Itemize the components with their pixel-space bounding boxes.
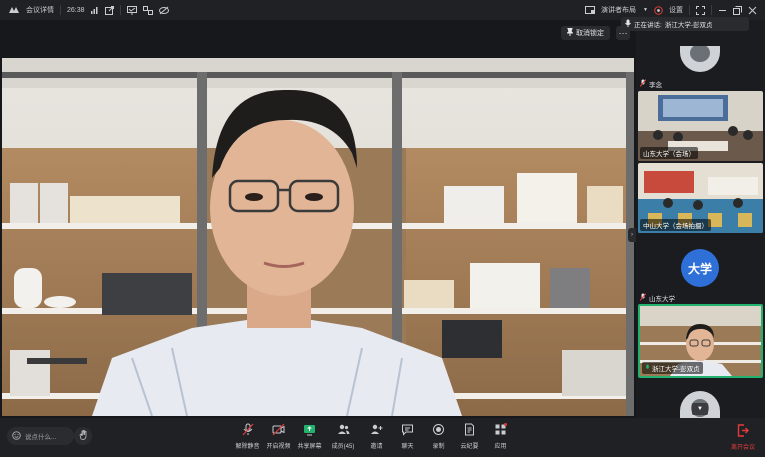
tile-label: 中山大学（会场拍摄） xyxy=(640,219,711,231)
invite-button[interactable]: 邀请 xyxy=(361,423,392,450)
settings-icon[interactable] xyxy=(654,5,663,15)
emoji-icon xyxy=(12,430,21,442)
minimize-icon[interactable] xyxy=(718,6,727,15)
unmute-button[interactable]: 解除静音 xyxy=(232,423,263,450)
say-something-input[interactable]: 说点什么... xyxy=(7,427,74,445)
microphone-icon xyxy=(645,364,650,373)
tile-label: 浙江大学-彭双贞 xyxy=(642,362,703,374)
camera-off-icon xyxy=(272,423,285,438)
share-link-icon[interactable] xyxy=(104,5,114,15)
layout-grid-icon[interactable] xyxy=(142,5,153,15)
cancel-lock-label: 取消锁定 xyxy=(576,30,604,37)
participant-tile-shandong-venue[interactable]: 山东大学（会场） xyxy=(638,91,763,161)
apps-button[interactable]: 应用 xyxy=(485,423,516,450)
signal-icon[interactable] xyxy=(90,6,99,14)
restore-icon[interactable] xyxy=(733,5,742,15)
mic-muted-icon xyxy=(639,293,647,303)
whiteboard-icon[interactable] xyxy=(126,5,137,15)
main-video-area: 取消锁定 ··· xyxy=(0,20,636,418)
layout-icon[interactable] xyxy=(585,6,596,14)
share-screen-button[interactable]: 共享屏幕 xyxy=(294,423,325,450)
close-icon[interactable] xyxy=(748,6,757,15)
mic-muted-icon xyxy=(639,79,647,89)
people-icon xyxy=(337,423,350,438)
share-screen-icon xyxy=(303,423,316,438)
participants-button[interactable]: 成员(45) xyxy=(325,423,361,450)
avatar xyxy=(680,46,720,72)
document-icon xyxy=(463,423,476,438)
speaking-name: 浙江大学-彭双贞 xyxy=(664,22,713,29)
apps-grid-icon xyxy=(494,423,507,438)
participant-name-shandong: 山东大学 xyxy=(639,293,675,303)
chevron-down-icon[interactable]: ▼ xyxy=(643,7,648,13)
toolbar-tools: 解除静音 开启视频 共享屏幕 成员(45) 邀请 聊天 录制 云纪要 应用 xyxy=(232,423,516,450)
tile-label: 山东大学（会场） xyxy=(640,147,698,159)
participant-sidebar: 李念 山东大学（会场） 中山大学（会场拍摄） › 山东大学 浙江大学-彭双贞 ▼ xyxy=(628,20,765,418)
say-something-placeholder: 说点什么... xyxy=(25,434,57,441)
tencent-meeting-logo-icon xyxy=(8,6,20,14)
microphone-icon xyxy=(625,19,631,29)
avatar: 大学 xyxy=(681,249,719,287)
bottom-toolbar: 说点什么... 解除静音 开启视频 共享屏幕 成员(45) 邀请 聊天 录制 云… xyxy=(0,418,765,457)
chat-icon xyxy=(401,423,414,438)
start-video-button[interactable]: 开启视频 xyxy=(263,423,294,450)
layout-selector[interactable]: 演讲者布局 xyxy=(601,5,636,15)
record-icon xyxy=(432,423,445,438)
cancel-lock-button[interactable]: 取消锁定 xyxy=(561,26,610,40)
chevron-down-icon: ▼ xyxy=(697,406,703,412)
raise-hand-button[interactable] xyxy=(74,427,92,445)
hide-video-icon[interactable] xyxy=(158,6,169,15)
main-speaker-video xyxy=(2,58,634,416)
speaking-prefix: 正在讲话: xyxy=(634,22,662,29)
settings-label[interactable]: 设置 xyxy=(669,5,683,15)
leave-meeting-button[interactable]: 离开会议 xyxy=(731,424,755,451)
add-user-icon xyxy=(370,423,383,438)
scroll-down-button[interactable]: ▼ xyxy=(692,403,708,415)
fullscreen-icon[interactable] xyxy=(696,5,705,15)
participant-name-li-nian: 李念 xyxy=(639,79,662,89)
participant-tile-zhongshan-venue[interactable]: 中山大学（会场拍摄） xyxy=(638,163,763,233)
pin-icon xyxy=(566,28,574,38)
cloud-minutes-button[interactable]: 云纪要 xyxy=(454,423,485,450)
meeting-details-link[interactable]: 会议详情 xyxy=(26,5,54,15)
speaking-indicator: 正在讲话: 浙江大学-彭双贞 xyxy=(621,17,749,31)
record-button[interactable]: 录制 xyxy=(423,423,454,450)
meeting-timer: 26:38 xyxy=(67,6,85,14)
participant-tile-zhejiang-peng[interactable]: 浙江大学-彭双贞 xyxy=(638,304,763,378)
chat-button[interactable]: 聊天 xyxy=(392,423,423,450)
hand-icon xyxy=(79,430,88,442)
exit-icon xyxy=(737,424,749,439)
chevron-right-icon: › xyxy=(631,232,633,238)
mic-muted-icon xyxy=(242,423,254,438)
collapse-sidebar-button[interactable]: › xyxy=(628,228,636,242)
avatar: ▼ xyxy=(680,391,720,418)
